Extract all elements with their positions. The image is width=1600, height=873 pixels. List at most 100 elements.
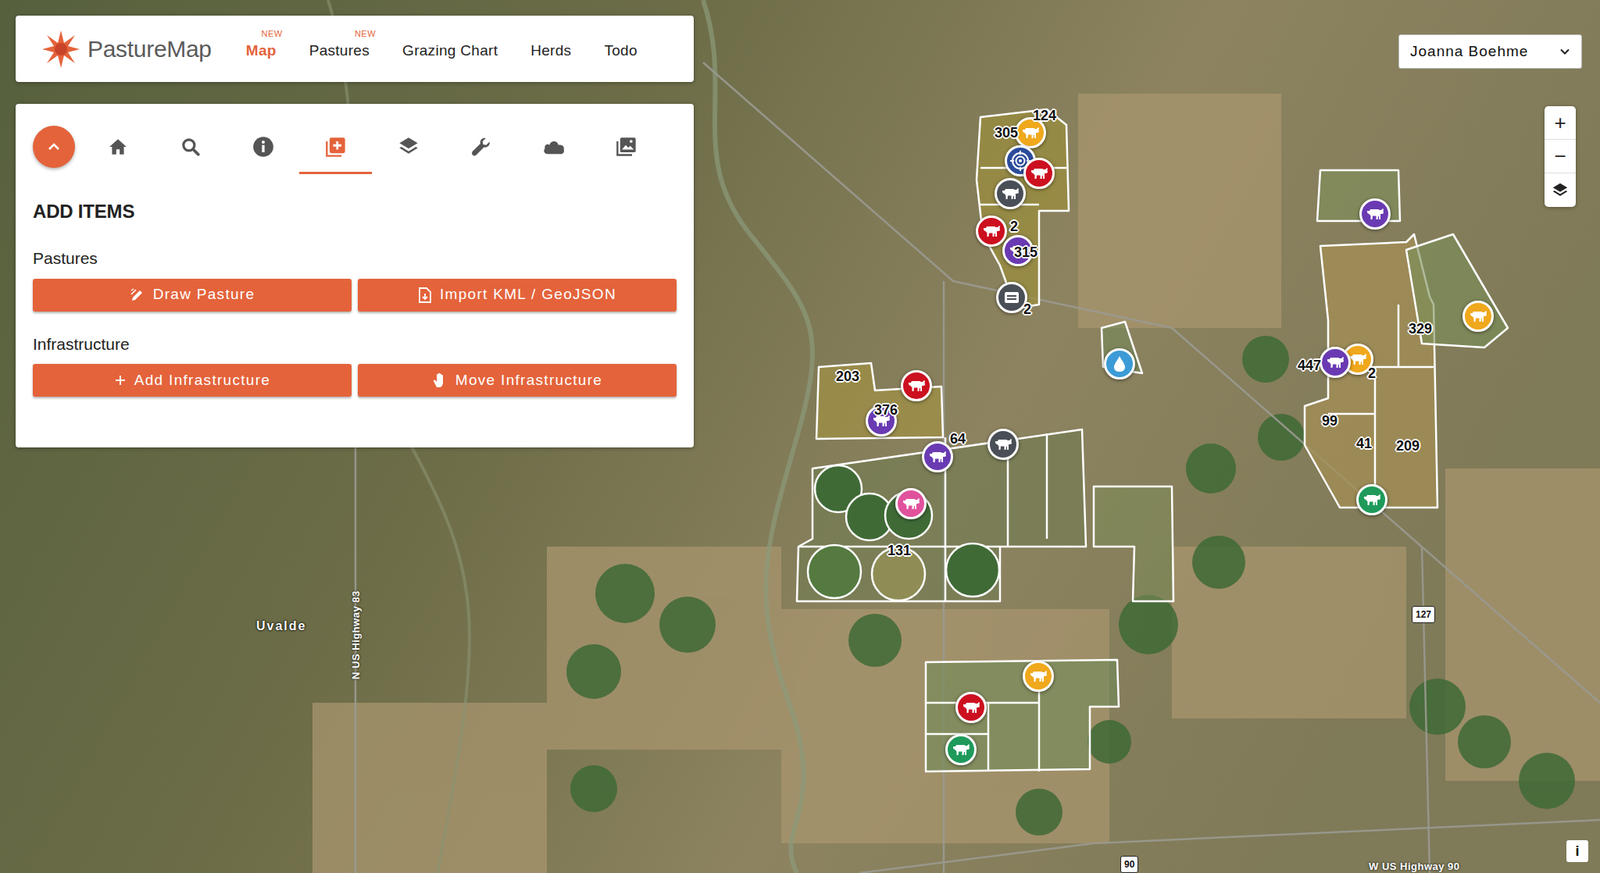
toolbar-tab[interactable] bbox=[371, 121, 445, 175]
zoom-control: +− bbox=[1544, 106, 1576, 208]
pasture-count-label: 447 bbox=[1297, 355, 1322, 377]
herd-marker[interactable] bbox=[921, 441, 954, 473]
nav-label: Grazing Chart bbox=[402, 42, 498, 59]
pasture-count-label: 64 bbox=[950, 428, 966, 450]
chevron-down-icon bbox=[1559, 46, 1571, 58]
action-button[interactable]: Add Infrastructure bbox=[32, 364, 352, 397]
pasture-count-label: 2 bbox=[1010, 216, 1018, 238]
home-icon bbox=[107, 136, 129, 158]
herd-marker[interactable] bbox=[1103, 348, 1136, 380]
new-badge: NEW bbox=[260, 27, 283, 41]
pasture-count-label: 2 bbox=[1023, 299, 1032, 321]
main-nav: MapNEW PasturesNEW Grazing Chart Herds Todo bbox=[246, 35, 638, 63]
pasture-count-label: 2 bbox=[1367, 363, 1376, 385]
action-button[interactable]: Move Infrastructure bbox=[357, 364, 677, 397]
toolbar-tab[interactable] bbox=[299, 121, 372, 175]
nav-item[interactable]: Grazing Chart bbox=[402, 35, 498, 63]
nav-item[interactable]: PasturesNEW bbox=[309, 35, 370, 63]
herd-marker[interactable] bbox=[1359, 198, 1391, 230]
layers-button[interactable] bbox=[1544, 173, 1576, 208]
map-place-label: W US Highway 90 bbox=[1368, 859, 1461, 873]
button-row: Add InfrastructureMove Infrastructure bbox=[32, 364, 677, 397]
cow-icon bbox=[951, 742, 971, 758]
new-badge: NEW bbox=[354, 27, 376, 41]
pasture-count-label: 329 bbox=[1408, 318, 1433, 340]
herd-marker[interactable] bbox=[994, 178, 1026, 210]
action-button[interactable]: Import KML / GeoJSON bbox=[357, 278, 677, 312]
nav-item[interactable]: Herds bbox=[530, 35, 572, 63]
herd-marker[interactable] bbox=[1022, 660, 1054, 693]
toolbar-tab[interactable] bbox=[81, 121, 154, 175]
map-info-button[interactable]: i bbox=[1566, 840, 1589, 863]
herd-marker[interactable] bbox=[1023, 157, 1055, 190]
button-label: Import KML / GeoJSON bbox=[439, 283, 617, 307]
cow-icon bbox=[907, 378, 926, 394]
herd-marker[interactable] bbox=[955, 692, 987, 724]
cloud-icon bbox=[542, 136, 566, 158]
action-button[interactable]: Draw Pasture bbox=[32, 278, 352, 312]
pasture-outlines[interactable] bbox=[796, 109, 1508, 772]
cow-icon bbox=[1000, 185, 1020, 202]
herd-marker[interactable] bbox=[945, 734, 977, 766]
hand-icon bbox=[432, 371, 448, 390]
pasture-count-label: 131 bbox=[887, 540, 911, 562]
herd-marker[interactable] bbox=[987, 428, 1019, 461]
water-drop-icon bbox=[1112, 354, 1127, 374]
panel-title: ADD ITEMS bbox=[32, 197, 677, 226]
pasture-count-label: 124 bbox=[1032, 105, 1057, 127]
nav-item[interactable]: Todo bbox=[603, 35, 637, 63]
pasture-count-label: 305 bbox=[994, 122, 1018, 144]
toolbar-tab[interactable] bbox=[589, 121, 663, 175]
nav-item[interactable]: MapNEW bbox=[246, 35, 277, 63]
map-place-label: N US Highway 83 bbox=[348, 590, 365, 680]
map-place-label: 90 bbox=[1120, 856, 1139, 873]
add-items-section: ADD ITEMSPasturesDraw PastureImport KML … bbox=[32, 197, 677, 397]
cow-icon bbox=[982, 223, 1001, 240]
cow-icon bbox=[1325, 354, 1345, 371]
cow-icon bbox=[993, 436, 1013, 453]
top-navbar: PastureMap MapNEWPasturesNEWGrazing Char… bbox=[15, 15, 694, 83]
pasture-count-label: 99 bbox=[1321, 410, 1338, 433]
collapse-button[interactable] bbox=[32, 125, 75, 168]
cow-icon bbox=[901, 496, 921, 512]
collapse-button-wrap bbox=[32, 121, 82, 175]
map-place-label: 127 bbox=[1411, 606, 1436, 624]
map-view[interactable]: PastureMap MapNEWPasturesNEWGrazing Char… bbox=[0, 0, 1600, 873]
user-menu[interactable]: Joanna Boehme bbox=[1398, 34, 1583, 69]
search-icon bbox=[180, 136, 201, 158]
button-row: Draw Pasture Import KML / GeoJSON bbox=[32, 278, 677, 312]
toolbar-tab[interactable] bbox=[226, 121, 300, 175]
logo[interactable]: PastureMap bbox=[40, 28, 212, 70]
side-panel: ADD ITEMSPasturesDraw PastureImport KML … bbox=[15, 103, 694, 448]
wrench-icon bbox=[470, 135, 493, 158]
zoom-out-button[interactable]: − bbox=[1544, 139, 1576, 174]
cow-icon bbox=[1348, 351, 1368, 368]
panel-toolbar bbox=[32, 121, 677, 175]
herd-marker[interactable] bbox=[1356, 484, 1388, 516]
herd-marker[interactable] bbox=[1462, 300, 1494, 333]
toolbar-tab[interactable] bbox=[517, 121, 590, 175]
plus-icon bbox=[114, 374, 127, 387]
logo-text: PastureMap bbox=[87, 31, 212, 67]
add-item-icon bbox=[325, 135, 347, 158]
pasture-count-label: 203 bbox=[835, 366, 860, 388]
toolbar-tab[interactable] bbox=[153, 121, 227, 175]
toolbar-tab[interactable] bbox=[444, 121, 518, 175]
logo-sun-icon bbox=[40, 28, 82, 70]
nav-label: Todo bbox=[603, 42, 637, 59]
herd-marker[interactable] bbox=[996, 282, 1028, 314]
herd-marker[interactable] bbox=[900, 370, 933, 402]
user-name: Joanna Boehme bbox=[1410, 40, 1529, 64]
herd-marker[interactable] bbox=[1319, 346, 1351, 379]
cow-icon bbox=[1362, 492, 1382, 508]
cow-icon bbox=[1021, 125, 1040, 141]
nav-label: Pastures bbox=[309, 42, 370, 59]
map-place-label: Uvalde bbox=[256, 617, 307, 636]
herd-marker[interactable] bbox=[895, 488, 927, 520]
pasture-count-label: 41 bbox=[1356, 433, 1372, 455]
zoom-in-button[interactable]: + bbox=[1544, 106, 1576, 140]
cow-icon bbox=[1365, 206, 1385, 222]
equipment-icon bbox=[1003, 289, 1021, 306]
herd-marker[interactable] bbox=[975, 215, 1008, 247]
cow-icon bbox=[1028, 668, 1048, 685]
